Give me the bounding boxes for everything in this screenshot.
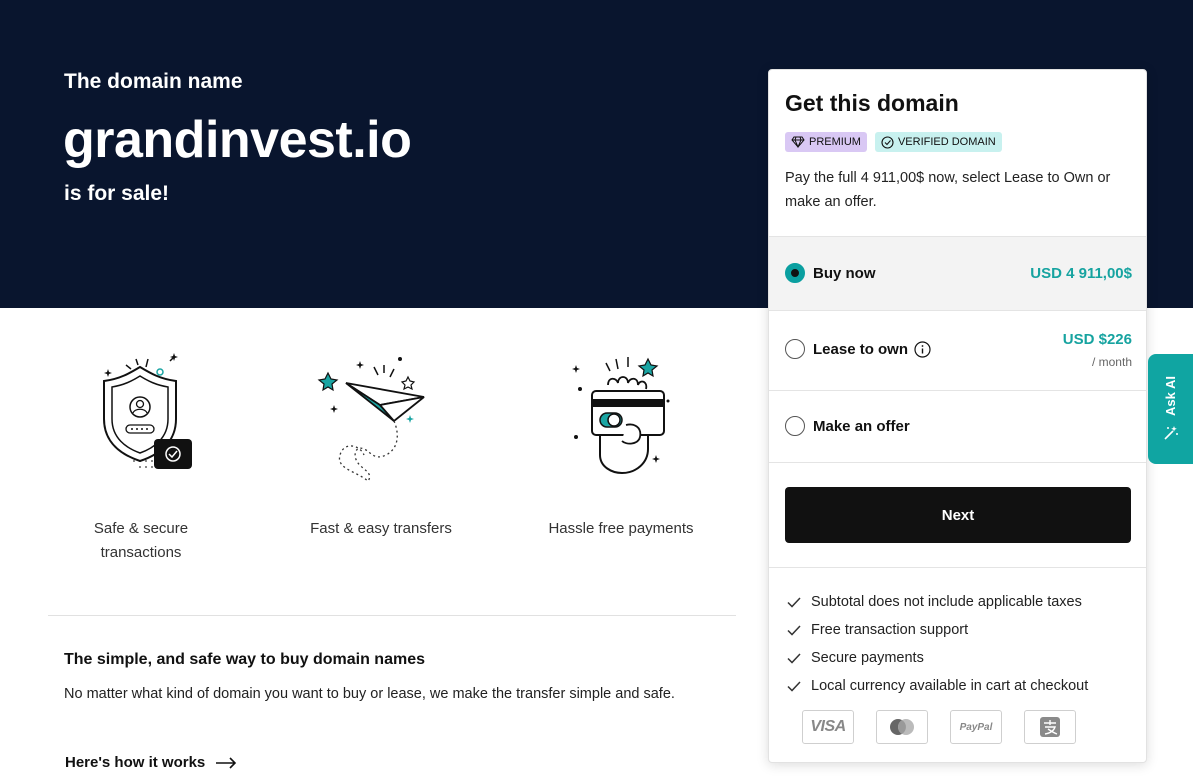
make-offer-radio[interactable] (785, 416, 805, 436)
info-title: The simple, and safe way to buy domain n… (64, 651, 425, 668)
make-offer-label: Make an offer (813, 418, 910, 435)
benefit-item: Subtotal does not include applicable tax… (787, 588, 1088, 616)
paypal-text: PayPal (959, 721, 993, 733)
how-it-works-link[interactable]: Here's how it works (65, 754, 237, 771)
purchase-card: Get this domain PREMIUM VERIFIED DOMAIN … (768, 69, 1147, 763)
benefits-list: Subtotal does not include applicable tax… (787, 588, 1088, 700)
paypal-logo: PayPal (950, 710, 1002, 744)
premium-badge: PREMIUM (785, 132, 867, 152)
arrow-right-icon (216, 756, 237, 769)
badges: PREMIUM VERIFIED DOMAIN (785, 132, 1002, 152)
check-circle-icon (881, 135, 894, 149)
checkmark-icon (787, 652, 801, 664)
hero-pretext: The domain name (64, 70, 243, 93)
info-text: No matter what kind of domain you want t… (64, 686, 675, 702)
next-button[interactable]: Next (785, 487, 1131, 543)
shield-user-icon (103, 353, 192, 469)
paper-plane-icon (317, 357, 425, 482)
ask-ai-label: Ask AI (1163, 376, 1178, 416)
option-lease-to-own[interactable]: Lease to own USD $226 / month (769, 310, 1146, 390)
option-buy-now[interactable]: Buy now USD 4 911,00$ (769, 236, 1146, 310)
section-divider (48, 615, 736, 616)
benefit-item: Free transaction support (787, 616, 1088, 644)
feature-label: Safe & secure transactions (93, 520, 189, 561)
diamond-icon (791, 136, 805, 148)
premium-badge-label: PREMIUM (809, 136, 861, 148)
buy-now-radio[interactable] (785, 263, 805, 283)
checkmark-icon (787, 596, 801, 608)
buy-now-label: Buy now (813, 265, 876, 282)
lease-radio[interactable] (785, 339, 805, 359)
verified-badge-label: VERIFIED DOMAIN (897, 136, 996, 148)
checkmark-icon (787, 624, 801, 636)
option-make-offer[interactable]: Make an offer (769, 390, 1146, 463)
ask-ai-tab[interactable]: Ask AI (1148, 354, 1193, 464)
feature-label: Hassle free payments (548, 520, 694, 537)
benefit-item: Local currency available in cart at chec… (787, 672, 1088, 700)
feature-fast-transfers: Fast & easy transfers (281, 345, 481, 541)
info-icon[interactable] (914, 341, 931, 358)
lease-label-group: Lease to own (813, 341, 931, 358)
benefit-text: Subtotal does not include applicable tax… (811, 594, 1082, 610)
alipay-icon (1040, 717, 1060, 737)
visa-logo: VISA (802, 710, 854, 744)
card-divider (769, 567, 1146, 568)
benefit-item: Secure payments (787, 644, 1088, 672)
payment-methods: VISA PayPal (802, 710, 1076, 744)
lease-price: USD $226 (1062, 331, 1132, 348)
visa-text: VISA (810, 718, 846, 735)
mastercard-icon (890, 719, 914, 735)
lease-label: Lease to own (813, 341, 909, 358)
feature-label: Fast & easy transfers (310, 520, 452, 537)
checkmark-icon (787, 680, 801, 692)
buy-now-price: USD 4 911,00$ (1030, 265, 1132, 282)
verified-badge: VERIFIED DOMAIN (874, 132, 1002, 152)
alipay-logo (1024, 710, 1076, 744)
mastercard-logo (876, 710, 928, 744)
magic-wand-icon (1163, 425, 1178, 440)
benefit-text: Local currency available in cart at chec… (811, 678, 1089, 694)
feature-hassle-free: Hassle free payments (521, 345, 721, 541)
lease-price-period: / month (1091, 355, 1132, 369)
feature-safe-secure: Safe & secure transactions (41, 345, 241, 565)
domain-name: grandinvest.io (63, 111, 412, 169)
hand-card-icon (572, 357, 670, 475)
benefit-text: Secure payments (811, 650, 924, 666)
card-description: Pay the full 4 911,00$ now, select Lease… (785, 170, 1111, 210)
card-title: Get this domain (785, 90, 959, 116)
how-it-works-label: Here's how it works (65, 754, 206, 771)
hero-posttext: is for sale! (64, 182, 170, 205)
benefit-text: Free transaction support (811, 622, 969, 638)
